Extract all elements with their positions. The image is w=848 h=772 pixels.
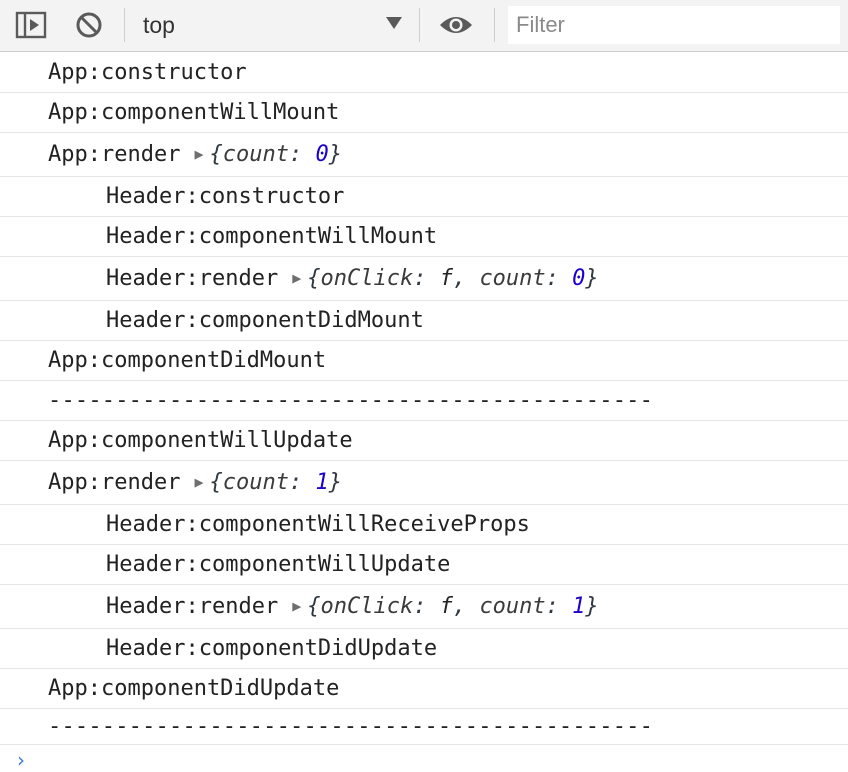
console-message: Header:componentWillMount: [0, 217, 848, 257]
console-toolbar: top: [0, 0, 848, 52]
object-value: 1: [315, 470, 329, 495]
object-value: f: [439, 594, 453, 619]
console-message: Header:render ▶ {onClick: f, count: 0}: [0, 257, 848, 301]
expand-triangle-icon[interactable]: ▶: [292, 597, 301, 615]
console-message: App:constructor: [0, 53, 848, 93]
message-label: App:render: [48, 470, 181, 495]
console-message: Header:componentDidUpdate: [0, 629, 848, 669]
console-message: Header:render ▶ {onClick: f, count: 1}: [0, 585, 848, 629]
message-text: ----------------------------------------…: [48, 388, 653, 413]
object-key: count: [222, 142, 289, 167]
message-text: Header:constructor: [106, 184, 344, 209]
message-label: Header:componentWillUpdate: [106, 552, 451, 577]
expand-triangle-icon[interactable]: ▶: [292, 269, 301, 287]
object-key: count: [479, 266, 546, 291]
message-label: ----------------------------------------…: [48, 714, 654, 739]
toolbar-divider: [419, 8, 420, 42]
message-label: ----------------------------------------…: [48, 388, 654, 413]
object-value: 1: [572, 594, 586, 619]
prompt-chevron-icon: ›: [17, 748, 25, 772]
message-label: App:render: [48, 142, 181, 167]
message-label: App:componentWillMount: [48, 100, 340, 125]
object-key: onClick: [320, 266, 414, 291]
toolbar-divider: [124, 8, 125, 42]
object-value: 0: [572, 266, 586, 291]
message-text: App:render ▶ {count: 1}: [48, 470, 342, 495]
message-text: Header:componentWillUpdate: [106, 552, 450, 577]
object-preview[interactable]: ▶ {onClick: f, count: 1}: [278, 594, 598, 619]
live-expression-eye-icon[interactable]: [432, 8, 480, 42]
console-message: App:componentWillUpdate: [0, 421, 848, 461]
message-text: Header:componentWillMount: [106, 224, 437, 249]
message-text: App:constructor: [48, 60, 247, 85]
console-message: App:componentDidUpdate: [0, 669, 848, 709]
console-messages: App:constructor App:componentWillMount App…: [0, 53, 848, 745]
message-text: Header:componentDidMount: [106, 308, 424, 333]
message-text: App:componentWillMount: [48, 100, 339, 125]
object-preview[interactable]: ▶ {onClick: f, count: 0}: [278, 266, 598, 291]
show-sidebar-icon[interactable]: [12, 8, 50, 42]
filter-input[interactable]: [508, 6, 840, 44]
object-preview[interactable]: ▶ {count: 0}: [180, 142, 342, 167]
message-label: App:componentWillUpdate: [48, 428, 353, 453]
console-message: Header:componentDidMount: [0, 301, 848, 341]
message-label: App:constructor: [48, 60, 247, 85]
console-message: App:componentDidMount: [0, 341, 848, 381]
console-message: Header:componentWillUpdate: [0, 545, 848, 585]
object-key: count: [222, 470, 289, 495]
message-label: Header:render: [106, 594, 279, 619]
context-value: top: [143, 11, 175, 38]
clear-console-icon[interactable]: [70, 8, 108, 42]
message-text: Header:componentWillReceiveProps: [106, 512, 530, 537]
console-message: Header:componentWillReceiveProps: [0, 505, 848, 545]
expand-triangle-icon[interactable]: ▶: [194, 145, 203, 163]
console-separator-row: ----------------------------------------…: [0, 709, 848, 745]
message-text: Header:render ▶ {onClick: f, count: 1}: [106, 594, 599, 619]
toolbar-divider: [494, 8, 495, 42]
message-label: Header:componentDidMount: [106, 308, 424, 333]
expand-triangle-icon[interactable]: ▶: [194, 473, 203, 491]
message-label: App:componentDidMount: [48, 348, 327, 373]
object-value: 0: [315, 142, 329, 167]
message-label: Header:componentWillMount: [106, 224, 438, 249]
message-label: Header:constructor: [106, 184, 345, 209]
console-message: App:render ▶ {count: 0}: [0, 133, 848, 177]
console-message: Header:constructor: [0, 177, 848, 217]
message-text: Header:render ▶ {onClick: f, count: 0}: [106, 266, 599, 291]
object-key: onClick: [320, 594, 414, 619]
chevron-down-icon: [386, 17, 402, 29]
object-key: count: [479, 594, 546, 619]
message-label: Header:componentDidUpdate: [106, 636, 438, 661]
message-text: App:render ▶ {count: 0}: [48, 142, 342, 167]
object-value: f: [439, 266, 453, 291]
console-message: App:componentWillMount: [0, 93, 848, 133]
message-text: App:componentWillUpdate: [48, 428, 353, 453]
console-message: App:render ▶ {count: 1}: [0, 461, 848, 505]
message-text: ----------------------------------------…: [48, 714, 653, 739]
message-label: App:componentDidUpdate: [48, 676, 340, 701]
object-preview[interactable]: ▶ {count: 1}: [180, 470, 342, 495]
context-select[interactable]: top: [128, 6, 410, 44]
console-prompt[interactable]: ›: [0, 746, 848, 772]
console-separator-row: ----------------------------------------…: [0, 381, 848, 421]
message-text: Header:componentDidUpdate: [106, 636, 437, 661]
message-text: App:componentDidUpdate: [48, 676, 339, 701]
message-text: App:componentDidMount: [48, 348, 326, 373]
message-label: Header:render: [106, 266, 279, 291]
message-label: Header:componentWillReceiveProps: [106, 512, 530, 537]
